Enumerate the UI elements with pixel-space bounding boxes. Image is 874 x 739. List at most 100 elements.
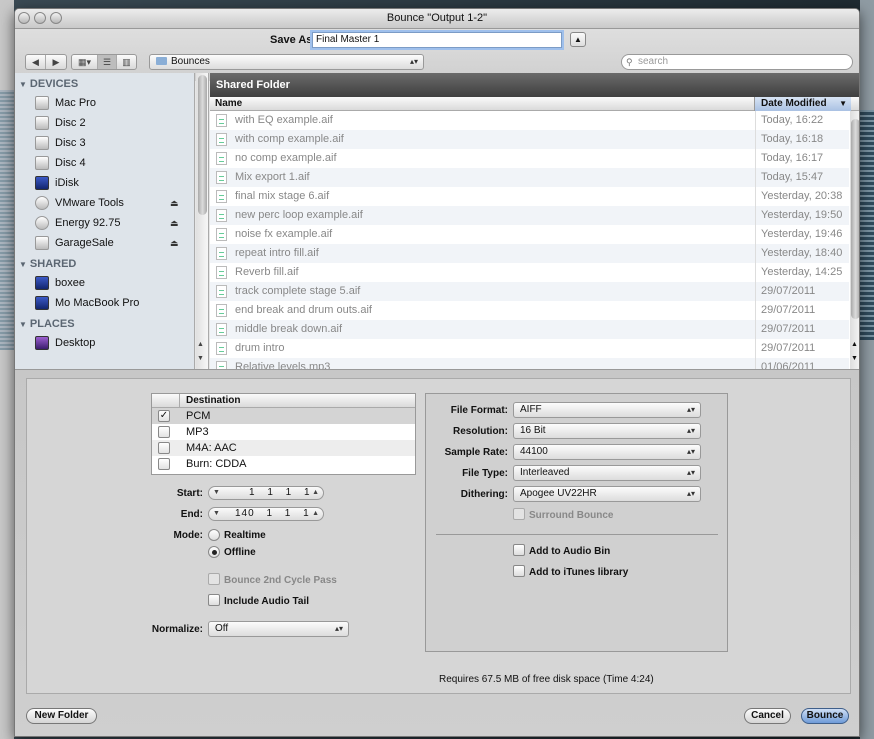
search-field[interactable]: ⚲ search <box>621 54 853 70</box>
checkbox-m4a[interactable] <box>158 442 170 454</box>
audio-file-icon <box>216 323 227 336</box>
sidebar-item-label: Desktop <box>55 337 96 349</box>
file-type-label: File Type: <box>462 468 508 479</box>
sidebar-item-disc-4[interactable]: Disc 4 <box>15 153 194 173</box>
sidebar-section-shared[interactable]: ▼ SHARED <box>15 255 194 273</box>
file-type-popup[interactable]: Interleaved ▴▾ <box>513 465 701 481</box>
file-row[interactable]: final mix stage 6.aif Yesterday, 20:38 <box>210 187 849 206</box>
add-to-itunes-checkbox[interactable] <box>513 565 525 577</box>
hard-drive-icon <box>35 136 49 150</box>
idisk-icon <box>35 176 49 190</box>
dithering-popup[interactable]: Apogee UV22HR ▴▾ <box>513 486 701 502</box>
offline-radio[interactable] <box>208 546 220 558</box>
file-row[interactable]: noise fx example.aif Yesterday, 19:46 <box>210 225 849 244</box>
file-row[interactable]: Mix export 1.aif Today, 15:47 <box>210 168 849 187</box>
forward-arrow-icon[interactable]: ▶ <box>46 55 66 69</box>
back-arrow-icon[interactable]: ◀ <box>26 55 46 69</box>
sample-rate-popup[interactable]: 44100 ▴▾ <box>513 444 701 460</box>
sidebar-item-macbook-pro[interactable]: Mo MacBook Pro <box>15 293 194 313</box>
sidebar-scrollbar[interactable]: ▲ ▼ <box>196 73 209 369</box>
file-row[interactable]: with EQ example.aif Today, 16:22 <box>210 111 849 130</box>
icon-view-icon[interactable]: ▦▾ <box>72 55 98 69</box>
sidebar-section-places[interactable]: ▼ PLACES <box>15 315 194 333</box>
save-as-input[interactable]: Final Master 1 <box>312 32 562 48</box>
bounce-2nd-cycle-checkbox <box>208 573 220 585</box>
column-view-icon[interactable]: ▥ <box>117 55 136 69</box>
sidebar-item-boxee[interactable]: boxee <box>15 273 194 293</box>
file-browser: Shared Folder Name Date Modified ▼ with E… <box>210 73 859 369</box>
file-list-scrollbar[interactable]: ▲ ▼ <box>850 111 859 369</box>
list-view-icon[interactable]: ☰ <box>98 55 117 69</box>
checkbox-pcm[interactable]: ✓ <box>158 410 170 422</box>
sidebar: ▼ DEVICES Mac Pro Disc 2 Disc 3 Disc 4 iD… <box>15 73 195 369</box>
file-row[interactable]: Relative levels.mp3 01/06/2011 <box>210 358 849 369</box>
file-row[interactable]: middle break down.aif 29/07/2011 <box>210 320 849 339</box>
sidebar-item-energy[interactable]: Energy 92.75 ⏏ <box>15 213 194 233</box>
eject-icon[interactable]: ⏏ <box>170 213 179 233</box>
destination-label: M4A: AAC <box>186 442 237 454</box>
increment-arrow-icon[interactable]: ▲ <box>312 508 319 520</box>
increment-arrow-icon[interactable]: ▲ <box>312 487 319 499</box>
sidebar-item-garagesale[interactable]: GarageSale ⏏ <box>15 233 194 253</box>
new-folder-button[interactable]: New Folder <box>26 708 97 724</box>
eject-icon[interactable]: ⏏ <box>170 233 179 253</box>
file-row[interactable]: with comp example.aif Today, 16:18 <box>210 130 849 149</box>
file-row[interactable]: track complete stage 5.aif 29/07/2011 <box>210 282 849 301</box>
sidebar-item-disc-2[interactable]: Disc 2 <box>15 113 194 133</box>
sidebar-item-idisk[interactable]: iDisk <box>15 173 194 193</box>
sidebar-item-mac-pro[interactable]: Mac Pro <box>15 93 194 113</box>
bounce-button[interactable]: Bounce <box>801 708 849 724</box>
file-format-popup[interactable]: AIFF ▴▾ <box>513 402 701 418</box>
decrement-arrow-icon[interactable]: ▼ <box>213 508 220 520</box>
hard-drive-icon <box>35 96 49 110</box>
file-format-label: File Format: <box>450 405 508 416</box>
decrement-arrow-icon[interactable]: ▼ <box>213 487 220 499</box>
scroll-down-arrow-icon[interactable]: ▼ <box>851 355 858 362</box>
file-list-scroll-thumb[interactable] <box>851 119 859 319</box>
scroll-down-arrow-icon[interactable]: ▼ <box>197 355 204 362</box>
end-position-field[interactable]: ▼ 140 1 1 1 ▲ <box>208 507 324 521</box>
sidebar-item-disc-3[interactable]: Disc 3 <box>15 133 194 153</box>
background-track-right <box>860 0 874 739</box>
file-row[interactable]: repeat intro fill.aif Yesterday, 18:40 <box>210 244 849 263</box>
destination-row-cdda[interactable]: Burn: CDDA <box>152 456 415 472</box>
checkbox-cdda[interactable] <box>158 458 170 470</box>
collapse-browser-button[interactable]: ▲ <box>570 32 586 47</box>
file-row[interactable]: drum intro 29/07/2011 <box>210 339 849 358</box>
sidebar-item-desktop[interactable]: Desktop <box>15 333 194 353</box>
add-to-itunes-label: Add to iTunes library <box>529 567 629 578</box>
include-audio-tail-checkbox[interactable] <box>208 594 220 606</box>
normalize-label: Normalize: <box>151 624 203 635</box>
file-row[interactable]: no comp example.aif Today, 16:17 <box>210 149 849 168</box>
location-popup[interactable]: Bounces ▴▾ <box>149 54 424 70</box>
file-row[interactable]: new perc loop example.aif Yesterday, 19:5… <box>210 206 849 225</box>
audio-file-icon <box>216 114 227 127</box>
resolution-popup[interactable]: 16 Bit ▴▾ <box>513 423 701 439</box>
file-row[interactable]: Reverb fill.aif Yesterday, 14:25 <box>210 263 849 282</box>
start-position-field[interactable]: ▼ 1 1 1 1 ▲ <box>208 486 324 500</box>
close-window-button[interactable] <box>18 12 30 24</box>
zoom-window-button[interactable] <box>50 12 62 24</box>
checkbox-mp3[interactable] <box>158 426 170 438</box>
file-date: 29/07/2011 <box>755 339 849 358</box>
file-row[interactable]: end break and drum outs.aif 29/07/2011 <box>210 301 849 320</box>
add-to-audio-bin-checkbox[interactable] <box>513 544 525 556</box>
realtime-radio[interactable] <box>208 529 220 541</box>
destination-row-m4a[interactable]: M4A: AAC <box>152 440 415 456</box>
sidebar-scroll-thumb[interactable] <box>198 75 207 215</box>
column-header-date-modified[interactable]: Date Modified ▼ <box>754 97 851 111</box>
scroll-up-arrow-icon[interactable]: ▲ <box>197 341 204 348</box>
destination-row-mp3[interactable]: MP3 <box>152 424 415 440</box>
sidebar-section-devices[interactable]: ▼ DEVICES <box>15 75 194 93</box>
normalize-popup[interactable]: Off ▴▾ <box>208 621 349 637</box>
title-bar: Bounce "Output 1-2" <box>15 9 859 29</box>
back-forward-buttons: ◀ ▶ <box>25 54 67 70</box>
file-date: Yesterday, 18:40 <box>755 244 849 263</box>
minimize-window-button[interactable] <box>34 12 46 24</box>
eject-icon[interactable]: ⏏ <box>170 193 179 213</box>
sidebar-item-vmware-tools[interactable]: VMware Tools ⏏ <box>15 193 194 213</box>
column-header-name[interactable]: Name <box>215 97 242 110</box>
scroll-up-arrow-icon[interactable]: ▲ <box>851 341 858 348</box>
cancel-button[interactable]: Cancel <box>744 708 791 724</box>
destination-row-pcm[interactable]: ✓ PCM <box>152 408 415 424</box>
